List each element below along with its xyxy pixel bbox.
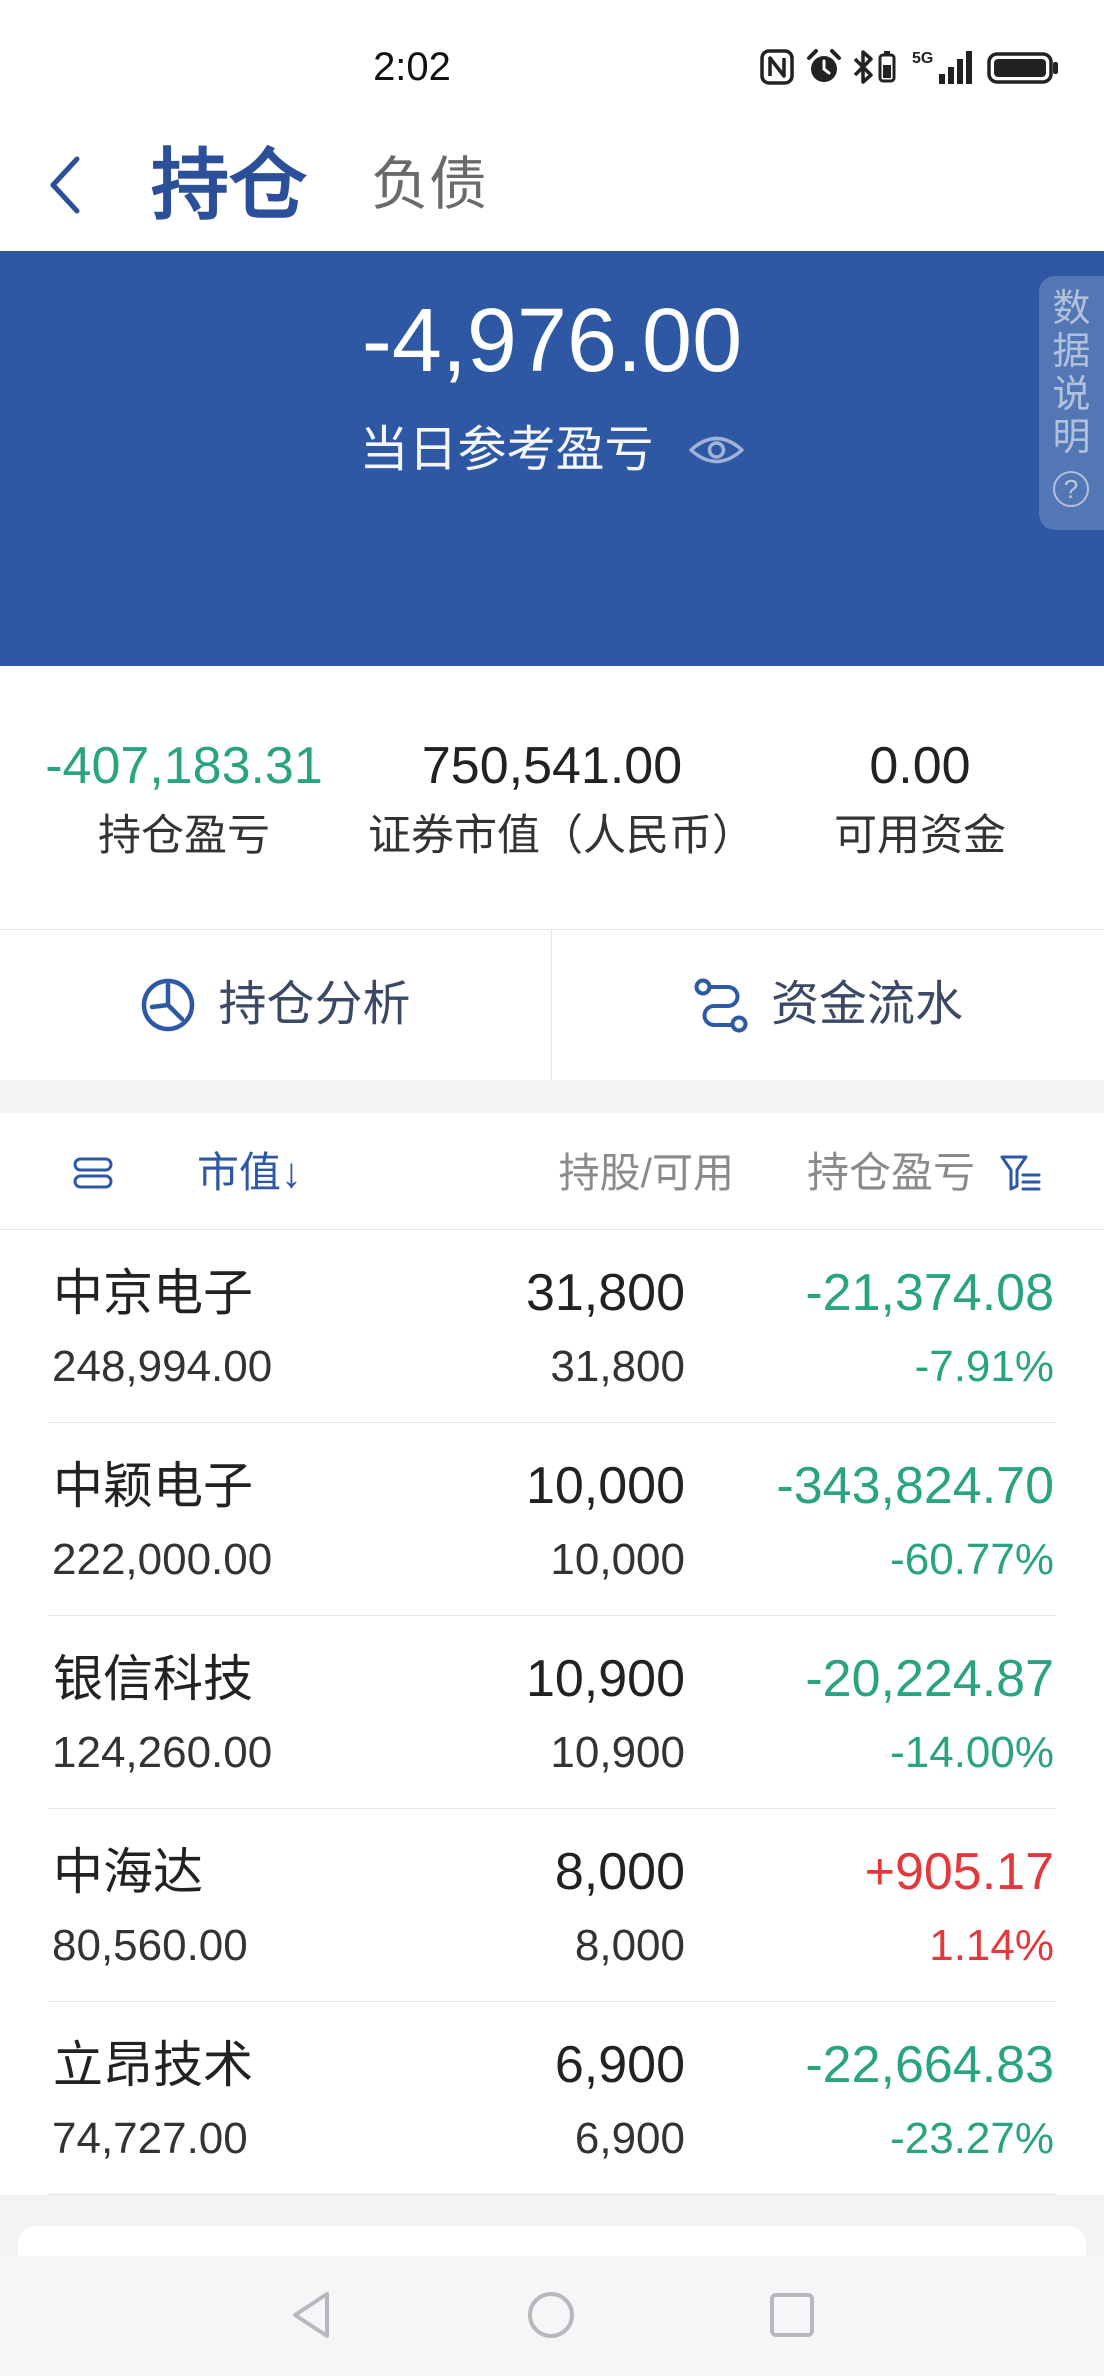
- recents-square-icon: [770, 2293, 814, 2337]
- table-row[interactable]: 立昂技术 74,727.00 6,900 6,900 -22,664.83 -2…: [0, 2002, 1104, 2195]
- nav-home-button[interactable]: [524, 2288, 578, 2342]
- nav-back-button[interactable]: [284, 2288, 338, 2342]
- sort-label: 市值: [197, 1149, 282, 1196]
- stat-available-cash: 0.00 可用资金: [736, 666, 1104, 929]
- stat-value: 0.00: [869, 737, 971, 795]
- nfc-icon: [760, 49, 794, 85]
- stock-shares: 8,000: [554, 1843, 685, 1901]
- top-header: 持仓 负债: [0, 130, 1104, 251]
- home-circle-icon: [528, 2292, 574, 2338]
- column-holding-pnl: 持仓盈亏: [807, 1149, 976, 1196]
- list-view-icon[interactable]: [72, 1156, 114, 1190]
- alarm-icon: [807, 49, 841, 82]
- table-row[interactable]: 中京电子 248,994.00 31,800 31,800 -21,374.08…: [0, 1230, 1104, 1423]
- stock-shares: 31,800: [525, 1264, 685, 1322]
- stat-value: -407,183.31: [45, 737, 323, 795]
- stock-market-value: 222,000.00: [52, 1535, 273, 1584]
- eye-icon[interactable]: [688, 430, 745, 470]
- cash-flow-button[interactable]: 资金流水: [552, 930, 1104, 1080]
- holdings-analysis-label: 持仓分析: [218, 978, 411, 1031]
- tab-liabilities[interactable]: 负债: [371, 150, 487, 220]
- stock-market-value: 248,994.00: [52, 1342, 273, 1391]
- pie-chart-icon: [142, 978, 195, 1032]
- data-explanation-tab[interactable]: 数据说明 ?: [1039, 276, 1104, 530]
- table-header: 市值↓ 持股/可用 持仓盈亏: [0, 1113, 1104, 1230]
- filter-icon[interactable]: [999, 1151, 1043, 1195]
- stock-name: 中京电子: [53, 1265, 253, 1321]
- stock-shares: 10,000: [525, 1457, 685, 1515]
- bluetooth-icon: [853, 50, 896, 84]
- stock-available: 6,900: [574, 2114, 685, 2163]
- stock-shares: 6,900: [554, 2036, 685, 2094]
- stock-pnl-pct: -60.77%: [890, 1535, 1054, 1584]
- stock-pnl-pct: 1.14%: [929, 1921, 1054, 1970]
- status-time: 2:02: [373, 45, 451, 89]
- stat-value: 750,541.00: [421, 737, 683, 795]
- signal-icon: [939, 51, 972, 84]
- stat-market-value: 750,541.00 证券市值（人民币）: [368, 666, 755, 929]
- stock-pnl-pct: -23.27%: [890, 2114, 1054, 2163]
- sort-desc-icon: ↓: [281, 1149, 303, 1196]
- battery-icon: [987, 52, 1058, 84]
- stat-holding-pnl: -407,183.31 持仓盈亏: [0, 666, 368, 929]
- stock-available: 31,800: [550, 1342, 685, 1391]
- stock-market-value: 124,260.00: [52, 1728, 273, 1777]
- cash-flow-label: 资金流水: [770, 978, 963, 1031]
- positions-table: 市值↓ 持股/可用 持仓盈亏 中京电子 248,994.00 31,800 31…: [0, 1113, 1104, 2195]
- help-icon: ?: [1053, 471, 1089, 507]
- daily-pnl-label-row: 当日参考盈亏: [0, 420, 1104, 480]
- stock-pnl: -20,224.87: [805, 1650, 1054, 1708]
- daily-pnl-label: 当日参考盈亏: [359, 423, 654, 477]
- stock-pnl-pct: -14.00%: [890, 1728, 1054, 1777]
- status-bar: 2:02 5G: [0, 0, 1104, 130]
- table-row[interactable]: 银信科技 124,260.00 10,900 10,900 -20,224.87…: [0, 1616, 1104, 1809]
- stock-pnl: -343,824.70: [776, 1457, 1054, 1515]
- stock-pnl-pct: -7.91%: [914, 1342, 1054, 1391]
- system-nav-bar: [0, 2256, 1104, 2376]
- stat-label: 持仓盈亏: [98, 812, 270, 860]
- column-shares-available: 持股/可用: [558, 1150, 734, 1196]
- stock-name: 银信科技: [53, 1651, 253, 1707]
- stock-shares: 10,900: [525, 1650, 685, 1708]
- stock-name: 立昂技术: [53, 2037, 253, 2093]
- holdings-analysis-button[interactable]: 持仓分析: [0, 930, 552, 1080]
- network-type-label: 5G: [912, 50, 934, 67]
- stock-name: 中海达: [53, 1844, 203, 1900]
- data-explanation-label: 数据说明: [1052, 288, 1091, 459]
- stock-market-value: 80,560.00: [52, 1921, 248, 1970]
- stock-available: 10,900: [550, 1728, 685, 1777]
- stat-label: 可用资金: [834, 812, 1006, 860]
- stock-pnl: -21,374.08: [805, 1264, 1054, 1322]
- back-button[interactable]: [40, 150, 90, 220]
- daily-pnl-value: -4,976.00: [361, 291, 743, 391]
- chevron-left-icon: [50, 156, 80, 214]
- tab-holdings[interactable]: 持仓: [151, 139, 307, 231]
- account-stats: -407,183.31 持仓盈亏 750,541.00 证券市值（人民币） 0.…: [0, 666, 1104, 930]
- stock-available: 10,000: [550, 1535, 685, 1584]
- stock-name: 中颖电子: [53, 1458, 253, 1514]
- stat-label: 证券市值（人民币）: [368, 812, 755, 860]
- stock-market-value: 74,727.00: [52, 2114, 248, 2163]
- back-triangle-icon: [293, 2292, 329, 2338]
- sort-by-market-value[interactable]: 市值↓: [197, 1147, 302, 1199]
- stock-pnl: -22,664.83: [805, 2036, 1054, 2094]
- nav-recents-button[interactable]: [765, 2288, 819, 2342]
- table-row[interactable]: 中颖电子 222,000.00 10,000 10,000 -343,824.7…: [0, 1423, 1104, 1616]
- stock-pnl: +905.17: [864, 1843, 1054, 1901]
- daily-pnl-banner: -4,976.00 当日参考盈亏: [0, 251, 1104, 666]
- flow-icon: [694, 978, 748, 1033]
- quick-actions: 持仓分析 资金流水: [0, 930, 1104, 1080]
- table-row[interactable]: 中海达 80,560.00 8,000 8,000 +905.17 1.14%: [0, 1809, 1104, 2002]
- stock-available: 8,000: [574, 1921, 685, 1970]
